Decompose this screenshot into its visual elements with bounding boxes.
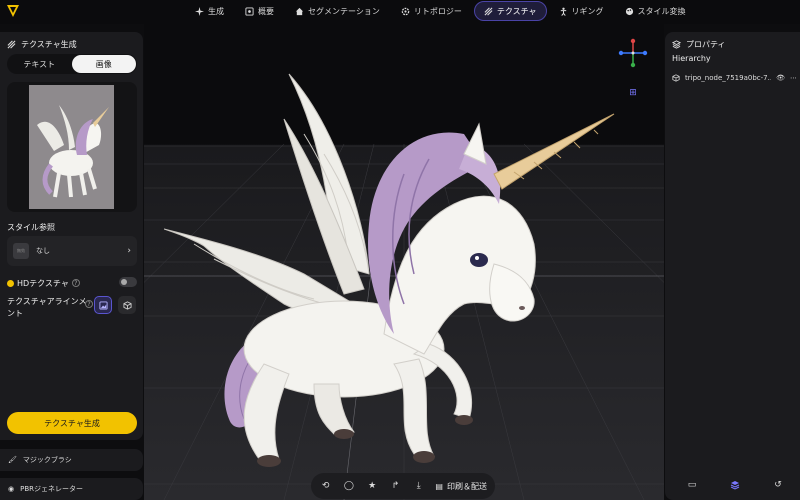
align-geometry-button[interactable] [118, 296, 136, 314]
tab-label: スタイル変換 [637, 6, 686, 16]
viewport-toolbar: ⟲ ◯ ★ ↱ ⤓ ▤ 印刷＆配送 [311, 473, 495, 499]
rotate-button[interactable]: ⟲ [319, 479, 332, 493]
more-icon[interactable]: ⋯ [790, 74, 797, 82]
camera-button[interactable]: ◯ [342, 479, 355, 493]
rotate-icon: ⟲ [321, 481, 330, 491]
tab-retopology[interactable]: リトポロジー [392, 1, 471, 21]
gear-icon [401, 7, 410, 15]
style-ref-select[interactable]: 無効 なし › [7, 236, 137, 266]
panel-title: テクスチャ生成 [7, 39, 77, 50]
figure-icon [560, 7, 566, 16]
input-mode-toggle: テキスト 画像 [7, 54, 137, 74]
download-icon: ⤓ [416, 481, 421, 491]
print-ship-label: 印刷＆配送 [446, 481, 487, 491]
hatch-icon [484, 7, 493, 15]
app-logo-icon[interactable] [6, 4, 20, 18]
tab-label: セグメンテーション [308, 6, 380, 16]
image-icon [98, 300, 108, 310]
hierarchy-label: Hierarchy [672, 54, 711, 63]
grid-view-icon: ⊞ [629, 88, 637, 98]
help-icon[interactable]: ? [71, 279, 80, 287]
texture-panel: テクスチャ生成 テキスト 画像 スタイル参照 無効 なし › HDテクスチャ ?… [0, 32, 143, 440]
history-button[interactable]: ↺ [771, 478, 785, 492]
download-button[interactable]: ⤓ [412, 479, 425, 493]
favorite-button[interactable]: ★ [366, 479, 379, 493]
archive-icon: ▭ [687, 480, 697, 490]
tab-style-transfer[interactable]: スタイル変換 [616, 1, 695, 21]
texture-alignment-label: テクスチャアラインメント [7, 297, 87, 318]
palette-icon [625, 7, 633, 15]
house-icon [295, 7, 304, 15]
style-ref-label: スタイル参照 [7, 223, 55, 232]
cube-icon [672, 74, 680, 82]
target-icon [245, 6, 254, 16]
star-icon: ★ [368, 481, 377, 491]
printer-icon: ▤ [435, 481, 443, 491]
texture-alignment-row: テクスチャアラインメント ? [7, 296, 137, 320]
tab-texture[interactable]: テクスチャ [473, 1, 547, 21]
pbr-icon: ◉ [8, 485, 15, 493]
style-ref-value: なし [36, 247, 50, 255]
orientation-gizmo-icon[interactable] [618, 38, 648, 68]
chevron-right-icon: › [127, 246, 131, 256]
print-ship-button[interactable]: ▤ 印刷＆配送 [435, 481, 487, 492]
cube-icon [122, 300, 132, 310]
tab-label: リギング [571, 6, 604, 16]
share-button[interactable]: ↱ [389, 479, 402, 493]
view-mode-button[interactable]: ⊞ [624, 84, 642, 102]
tab-rigging[interactable]: リギング [550, 1, 613, 21]
premium-dot-icon [7, 279, 14, 287]
pbr-label: PBRジェネレーター [20, 485, 83, 493]
help-icon[interactable]: ? [85, 300, 93, 308]
sparkle-icon [195, 6, 204, 16]
3d-viewport[interactable]: ⊞ ⟲ ◯ ★ ↱ ⤓ ▤ 印刷＆配送 [144, 24, 664, 500]
circle-icon: ◯ [343, 481, 354, 491]
archive-button[interactable]: ▭ [685, 478, 699, 492]
share-arrow-icon: ↱ [391, 481, 400, 491]
hd-texture-row: HDテクスチャ ? [7, 277, 137, 289]
tab-overview[interactable]: 概要 [236, 1, 283, 21]
history-icon: ↺ [774, 480, 782, 490]
tab-label: 生成 [208, 6, 224, 16]
style-thumb: 無効 [13, 243, 29, 259]
hierarchy-node[interactable]: tripo_node_7519a0bc-7... 👁 ⋯ [672, 74, 797, 82]
layers-button[interactable] [728, 478, 742, 492]
layers-icon [672, 40, 681, 49]
tab-segmentation[interactable]: セグメンテーション [286, 1, 389, 21]
pbr-generator-tool[interactable]: ◉ PBRジェネレーター [0, 478, 143, 500]
top-bar: 生成 概要 セグメンテーション リトポロジー テクスチャ リギング スタイル変換 [0, 0, 800, 24]
properties-title: プロパティ [672, 39, 726, 50]
generate-texture-button[interactable]: テクスチャ生成 [7, 412, 137, 434]
magic-brush-label: マジックブラシ [22, 456, 72, 464]
align-image-button[interactable] [94, 296, 112, 314]
app-root: 生成 概要 セグメンテーション リトポロジー テクスチャ リギング スタイル変換… [0, 0, 800, 500]
hatch-icon [7, 40, 16, 49]
hd-texture-label: HDテクスチャ [17, 278, 69, 288]
main-tabs: 生成 概要 セグメンテーション リトポロジー テクスチャ リギング スタイル変換 [186, 1, 695, 21]
reference-thumbnail [29, 85, 114, 209]
segment-image[interactable]: 画像 [71, 55, 136, 73]
tab-label: リトポロジー [413, 6, 462, 16]
tab-generate[interactable]: 生成 [186, 1, 233, 21]
magic-brush-tool[interactable]: 🖌 マジックブラシ [0, 449, 143, 471]
brush-icon: 🖌 [8, 456, 17, 464]
hd-texture-toggle[interactable] [119, 277, 137, 287]
tab-label: 概要 [258, 6, 274, 16]
node-name: tripo_node_7519a0bc-7... [685, 74, 772, 82]
pegasus-model[interactable] [164, 64, 634, 484]
reference-image[interactable] [7, 82, 137, 212]
eye-icon[interactable]: 👁 [776, 74, 785, 82]
layers-icon [730, 481, 740, 490]
tab-label: テクスチャ [496, 6, 537, 16]
segment-text[interactable]: テキスト [7, 55, 72, 73]
properties-footer: ▭ ↺ [685, 478, 785, 492]
properties-panel: プロパティ Hierarchy tripo_node_7519a0bc-7...… [665, 32, 800, 500]
